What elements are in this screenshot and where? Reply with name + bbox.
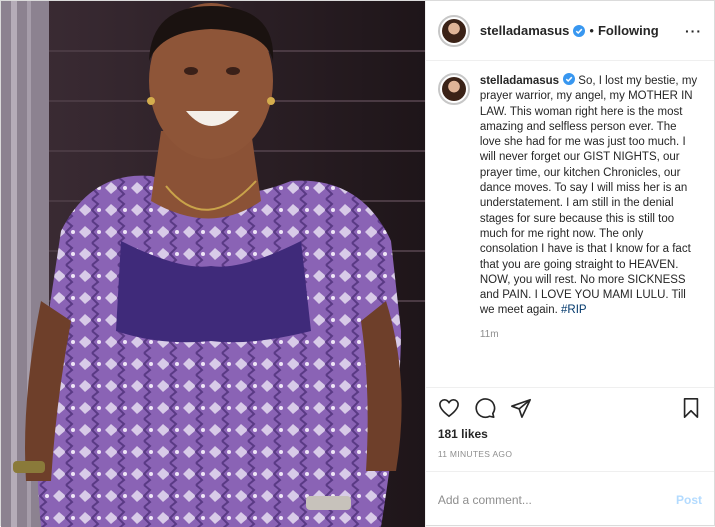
caption-area: stelladamasus So, I lost my bestie, my p…	[426, 61, 714, 387]
comment-icon[interactable]	[474, 397, 496, 419]
avatar[interactable]	[437, 14, 470, 47]
post-header: stelladamasus • Following ···	[425, 1, 714, 61]
likes-count[interactable]: 181 likes	[426, 427, 714, 445]
more-options-icon[interactable]: ···	[685, 23, 702, 39]
post-sidebar: stelladamasus • Following ··· stelladama…	[424, 1, 714, 527]
following-button[interactable]: Following	[598, 23, 659, 38]
verified-badge-icon	[563, 73, 576, 85]
caption-avatar[interactable]	[437, 73, 470, 105]
comment-box: Post	[425, 471, 714, 527]
heart-icon[interactable]	[438, 397, 460, 419]
header-username[interactable]: stelladamasus	[480, 23, 570, 38]
caption: stelladamasus So, I lost my bestie, my p…	[480, 73, 700, 387]
hashtag-link[interactable]: #RIP	[561, 304, 587, 316]
post-photo[interactable]	[1, 1, 425, 527]
post-comment-button[interactable]: Post	[676, 493, 702, 507]
comment-input[interactable]	[437, 492, 676, 507]
caption-username[interactable]: stelladamasus	[480, 75, 559, 87]
bookmark-icon[interactable]	[680, 397, 702, 419]
caption-time: 11m	[479, 328, 499, 340]
verified-badge-icon	[573, 24, 586, 37]
posted-time: 11 MINUTES AGO	[437, 449, 513, 459]
post-photo-image	[1, 1, 425, 527]
action-bar	[425, 387, 714, 427]
share-icon[interactable]	[510, 397, 532, 419]
separator-dot: •	[589, 23, 594, 38]
instagram-post: stelladamasus • Following ··· stelladama…	[0, 0, 715, 527]
caption-text: So, I lost my bestie, my prayer warrior,…	[479, 75, 698, 317]
